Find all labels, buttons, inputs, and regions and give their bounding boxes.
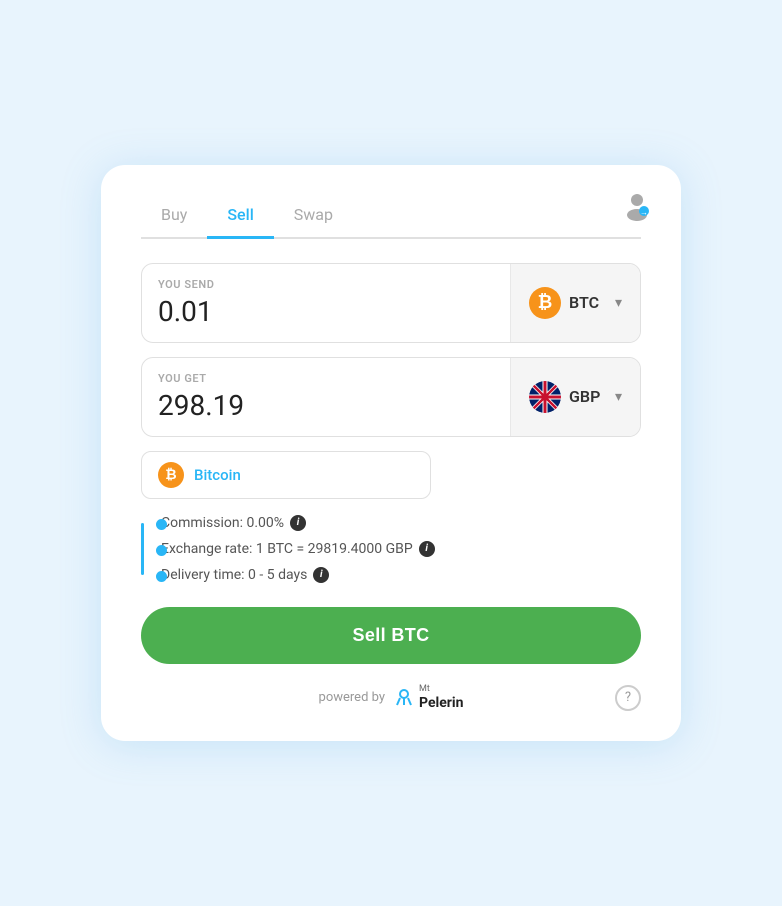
powered-by-text: powered by xyxy=(319,690,386,705)
exchange-dot xyxy=(156,545,167,556)
send-currency-code: BTC xyxy=(569,293,599,312)
exchange-rate-text: Exchange rate: 1 BTC = 29819.4000 GBP xyxy=(161,541,413,557)
send-input-left: YOU SEND 0.01 xyxy=(142,264,510,342)
tab-swap[interactable]: Swap xyxy=(274,195,353,239)
tab-sell[interactable]: Sell xyxy=(207,195,273,239)
delivery-time-row: Delivery time: 0 - 5 days i xyxy=(161,567,641,583)
send-currency-selector[interactable]: ₿ BTC ▾ xyxy=(510,264,640,342)
get-section: YOU GET 298.19 GBP ▾ xyxy=(141,357,641,437)
commission-text: Commission: 0.00% xyxy=(161,515,284,531)
get-chevron-icon: ▾ xyxy=(615,389,622,405)
delivery-dot xyxy=(156,571,167,582)
svg-text:→: → xyxy=(640,208,648,217)
commission-row: Commission: 0.00% i xyxy=(161,515,641,531)
send-label: YOU SEND xyxy=(158,278,494,291)
suggestion-label: Bitcoin xyxy=(194,466,241,484)
suggestion-btc-icon: ₿ xyxy=(158,462,184,488)
pelerin-name-label: Pelerin xyxy=(419,695,463,712)
send-value[interactable]: 0.01 xyxy=(158,295,494,328)
main-card: → Buy Sell Swap YOU SEND 0.01 ₿ BTC ▾ YO… xyxy=(101,165,681,742)
delivery-time-text: Delivery time: 0 - 5 days xyxy=(161,567,307,583)
sell-button[interactable]: Sell BTC xyxy=(141,607,641,664)
send-chevron-icon: ▾ xyxy=(615,295,622,311)
user-icon[interactable]: → xyxy=(621,189,653,221)
commission-info-icon[interactable]: i xyxy=(290,515,306,531)
footer: powered by Mt Pelerin ? xyxy=(141,684,641,712)
user-icon-area[interactable]: → xyxy=(621,189,653,225)
timeline-line xyxy=(141,523,144,575)
send-section: YOU SEND 0.01 ₿ BTC ▾ xyxy=(141,263,641,343)
delivery-info-icon[interactable]: i xyxy=(313,567,329,583)
get-currency-code: GBP xyxy=(569,387,600,406)
help-icon[interactable]: ? xyxy=(615,685,641,711)
gbp-flag-icon xyxy=(529,381,561,413)
pelerin-logo[interactable]: Mt Pelerin xyxy=(393,684,463,712)
get-label: YOU GET xyxy=(158,372,494,385)
get-value[interactable]: 298.19 xyxy=(158,389,494,422)
pelerin-brand-icon xyxy=(393,687,415,709)
pelerin-mt-label: Mt xyxy=(419,684,463,695)
tab-buy[interactable]: Buy xyxy=(141,195,207,239)
exchange-info-icon[interactable]: i xyxy=(419,541,435,557)
get-input-left: YOU GET 298.19 xyxy=(142,358,510,436)
bitcoin-suggestion[interactable]: ₿ Bitcoin xyxy=(141,451,431,499)
tabs-container: Buy Sell Swap xyxy=(141,195,641,239)
commission-dot xyxy=(156,519,167,530)
get-currency-selector[interactable]: GBP ▾ xyxy=(510,358,640,436)
info-rows-container: Commission: 0.00% i Exchange rate: 1 BTC… xyxy=(141,515,641,583)
exchange-rate-row: Exchange rate: 1 BTC = 29819.4000 GBP i xyxy=(161,541,641,557)
btc-icon: ₿ xyxy=(529,287,561,319)
